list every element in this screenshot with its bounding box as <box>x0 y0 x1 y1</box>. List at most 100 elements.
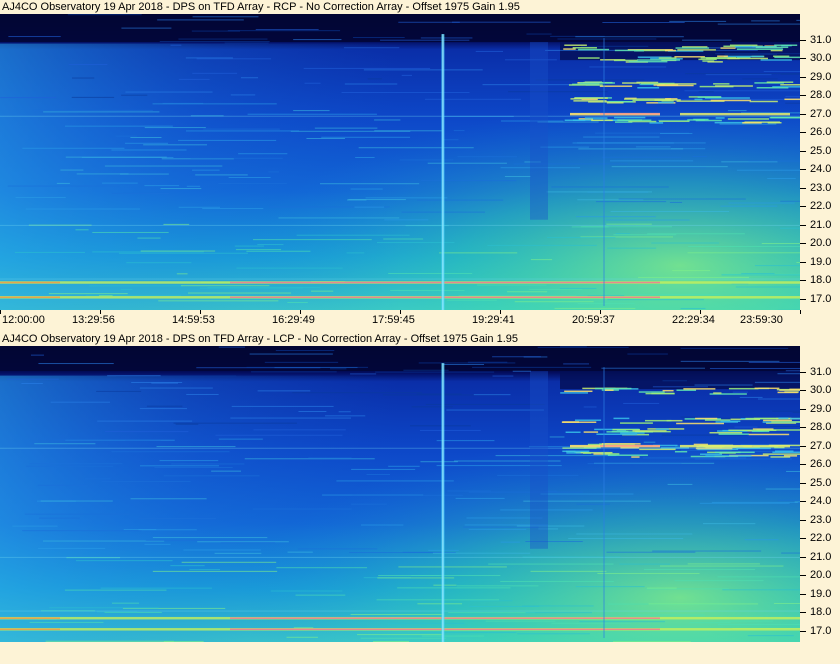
noise-streak <box>366 474 391 476</box>
interference-mark <box>677 49 716 51</box>
noise-streak <box>378 575 501 577</box>
interference-mark <box>651 392 675 395</box>
noise-streak <box>192 16 259 18</box>
noise-streak <box>576 533 693 535</box>
freq-tick-label: 17.0 <box>810 292 832 305</box>
noise-streak <box>30 354 44 356</box>
noise-streak <box>65 156 167 158</box>
freq-tick <box>800 408 806 410</box>
noise-streak <box>264 361 339 363</box>
interference-mark <box>572 47 597 49</box>
interference-mark <box>709 431 743 434</box>
noise-streak <box>557 38 657 40</box>
interference-mark <box>653 84 679 86</box>
faint-column <box>530 371 548 549</box>
interference-mark <box>714 451 755 454</box>
noise-streak <box>587 463 682 465</box>
time-tick-label: 23:59:30 <box>740 314 783 326</box>
band-hot-left <box>0 617 60 619</box>
freq-tick <box>800 630 806 632</box>
freq-tick-label: 19.0 <box>810 255 832 268</box>
interference-mark <box>628 120 657 123</box>
interference-mark <box>770 116 800 119</box>
noise-streak <box>680 307 706 309</box>
noise-streak <box>130 498 207 500</box>
noise-streak <box>525 612 592 614</box>
noise-streak <box>443 139 459 141</box>
noise-streak <box>606 223 652 225</box>
noise-streak <box>363 69 483 71</box>
noise-streak <box>240 77 259 79</box>
interference-mark <box>707 61 723 63</box>
noise-streak <box>144 543 171 545</box>
noise-streak <box>375 371 495 373</box>
noise-streak <box>347 199 367 201</box>
noise-streak <box>303 67 431 69</box>
interference-mark <box>662 389 674 392</box>
noise-streak <box>607 299 704 301</box>
noise-streak <box>680 416 698 418</box>
noise-streak <box>111 149 187 151</box>
interference-mark <box>645 419 672 422</box>
freq-tick-label: 24.0 <box>810 495 832 508</box>
interference-mark <box>736 48 784 50</box>
noise-streak <box>38 363 114 365</box>
noise-streak <box>230 417 352 419</box>
noise-streak <box>276 567 368 569</box>
noise-streak <box>125 439 150 441</box>
noise-streak <box>252 508 352 510</box>
noise-streak <box>22 147 125 149</box>
noise-streak <box>231 405 334 407</box>
noise-streak <box>627 353 668 355</box>
noise-streak <box>214 552 262 554</box>
noise-streak <box>601 367 705 369</box>
band-hot <box>230 628 660 631</box>
noise-streak <box>163 475 260 477</box>
noise-streak <box>469 605 540 607</box>
noise-streak <box>537 346 629 348</box>
interference-mark <box>676 389 697 391</box>
burst-core <box>442 363 444 642</box>
noise-streak <box>508 91 608 93</box>
band-hot <box>600 445 660 447</box>
interference-mark <box>718 433 749 435</box>
noise-streak <box>398 566 507 568</box>
interference-mark <box>727 57 768 60</box>
noise-streak <box>296 234 410 236</box>
time-tick <box>800 310 801 314</box>
noise-streak <box>732 391 748 393</box>
noise-streak <box>748 160 800 162</box>
noise-streak <box>268 171 279 173</box>
noise-streak <box>137 237 161 239</box>
interference-mark <box>687 119 705 121</box>
interference-mark <box>727 118 770 120</box>
noise-streak <box>595 201 667 203</box>
noise-streak <box>197 541 289 543</box>
interference-mark <box>583 452 592 454</box>
noise-streak <box>72 77 95 79</box>
noise-streak <box>512 370 531 372</box>
noise-streak <box>157 19 244 21</box>
faint-line <box>0 610 800 612</box>
interference-mark <box>715 85 753 87</box>
noise-streak <box>344 83 398 85</box>
interference-mark <box>654 99 681 101</box>
interference-mark <box>564 390 593 393</box>
noise-streak <box>772 410 800 412</box>
noise-streak <box>672 270 711 272</box>
noise-streak <box>351 503 387 505</box>
noise-streak <box>421 635 484 637</box>
noise-streak <box>218 346 245 348</box>
noise-streak <box>246 250 311 252</box>
noise-streak <box>252 239 372 241</box>
noise-streak <box>689 622 731 624</box>
noise-streak <box>181 561 277 563</box>
noise-streak <box>463 526 539 528</box>
freq-tick <box>800 58 806 60</box>
noise-streak <box>187 292 292 294</box>
band-hot-left <box>0 296 60 299</box>
noise-streak <box>448 612 536 614</box>
freq-tick-label: 26.0 <box>810 126 832 139</box>
noise-streak <box>535 79 645 81</box>
lcp-time-axis <box>0 642 840 664</box>
